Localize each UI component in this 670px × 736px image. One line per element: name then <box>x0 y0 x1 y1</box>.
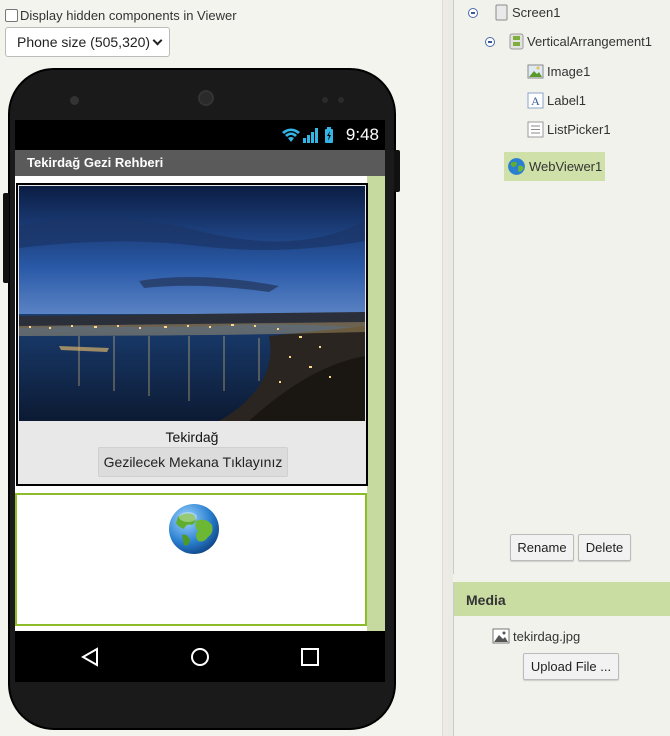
webviewer-icon <box>508 158 525 175</box>
image1-photo[interactable] <box>19 186 365 421</box>
chevron-down-icon <box>152 35 163 46</box>
label1: Tekirdağ <box>165 429 219 445</box>
tree-item-label: Label1 <box>547 93 587 108</box>
battery-icon <box>325 127 333 143</box>
sensor-icon <box>322 97 328 103</box>
vertical-arrangement-icon <box>509 33 524 50</box>
tree-item-webviewer1[interactable]: WebViewer1 <box>504 152 606 181</box>
display-hidden-label: Display hidden components in Viewer <box>20 8 237 23</box>
panel-divider[interactable] <box>442 0 453 736</box>
media-header: Media <box>454 582 670 616</box>
screen-icon <box>495 4 508 21</box>
back-icon[interactable] <box>81 647 99 667</box>
media-file-name: tekirdag.jpg <box>513 628 581 644</box>
tree-item-label: ListPicker1 <box>547 122 611 137</box>
phone-size-select[interactable]: Phone size (505,320) <box>5 27 170 57</box>
listpicker-icon <box>527 121 544 138</box>
collapse-toggle-icon[interactable] <box>485 37 495 47</box>
collapse-toggle-icon[interactable] <box>468 8 478 18</box>
webviewer1[interactable] <box>15 493 367 626</box>
tree-item-image1[interactable]: Image1 <box>527 63 590 80</box>
status-icons <box>282 127 333 143</box>
sensor-icon <box>338 97 344 103</box>
tree-item-label1[interactable]: A Label1 <box>527 92 586 109</box>
display-hidden-row[interactable]: Display hidden components in Viewer <box>5 8 237 23</box>
nav-bar <box>15 631 385 682</box>
media-file-item[interactable]: tekirdag.jpg <box>492 628 580 644</box>
status-bar: 9:48 <box>15 120 385 150</box>
vertical-arrangement[interactable]: Tekirdağ Gezilecek Mekana Tıklayınız <box>16 183 368 486</box>
label-icon: A <box>527 92 544 109</box>
media-title: Media <box>466 592 506 608</box>
phone-size-value: Phone size (505,320) <box>17 34 151 50</box>
home-icon[interactable] <box>190 647 210 667</box>
city-night-image <box>19 186 365 421</box>
tree-item-label: WebViewer1 <box>529 159 603 174</box>
screen-content: Tekirdağ Gezilecek Mekana Tıklayınız <box>15 176 385 631</box>
tree-item-listpicker1[interactable]: ListPicker1 <box>527 121 611 138</box>
tree-item-label: VerticalArrangement1 <box>527 34 653 49</box>
tree-item-verticalarrangement1[interactable]: VerticalArrangement1 <box>509 33 652 50</box>
globe-icon <box>169 504 219 554</box>
svg-text:A: A <box>531 94 540 108</box>
tree-item-screen1[interactable]: Screen1 <box>494 4 560 21</box>
viewer-panel: Display hidden components in Viewer Phon… <box>0 0 442 736</box>
camera-icon <box>70 96 79 105</box>
recents-icon[interactable] <box>301 648 319 666</box>
app-title-bar: Tekirdağ Gezi Rehberi <box>15 150 385 176</box>
upload-file-button[interactable]: Upload File ... <box>523 653 619 680</box>
speaker-icon <box>198 90 214 106</box>
delete-button[interactable]: Delete <box>578 534 631 561</box>
listpicker-button[interactable]: Gezilecek Mekana Tıklayınız <box>98 447 288 477</box>
signal-icon <box>303 128 318 143</box>
image-file-icon <box>492 628 510 644</box>
display-hidden-checkbox[interactable] <box>5 9 18 22</box>
image-icon <box>527 64 544 79</box>
media-panel: Media tekirdag.jpg Upload File ... <box>453 582 670 736</box>
listpicker-label: Gezilecek Mekana Tıklayınız <box>103 454 283 470</box>
phone-screen: 9:48 Tekirdağ Gezi Rehberi Tekirdağ Gezi… <box>15 120 385 682</box>
phone-side-button <box>3 193 9 283</box>
tree-item-label: Image1 <box>547 64 591 79</box>
components-panel: Screen1 VerticalArrangement1 Image1 A La… <box>453 0 670 574</box>
tree-item-label: Screen1 <box>512 5 561 20</box>
wifi-icon <box>282 128 300 142</box>
app-title: Tekirdağ Gezi Rehberi <box>27 155 164 170</box>
phone-side-button <box>394 150 400 192</box>
selection-strip <box>367 176 385 631</box>
rename-button[interactable]: Rename <box>510 534 574 561</box>
status-time: 9:48 <box>345 125 379 144</box>
